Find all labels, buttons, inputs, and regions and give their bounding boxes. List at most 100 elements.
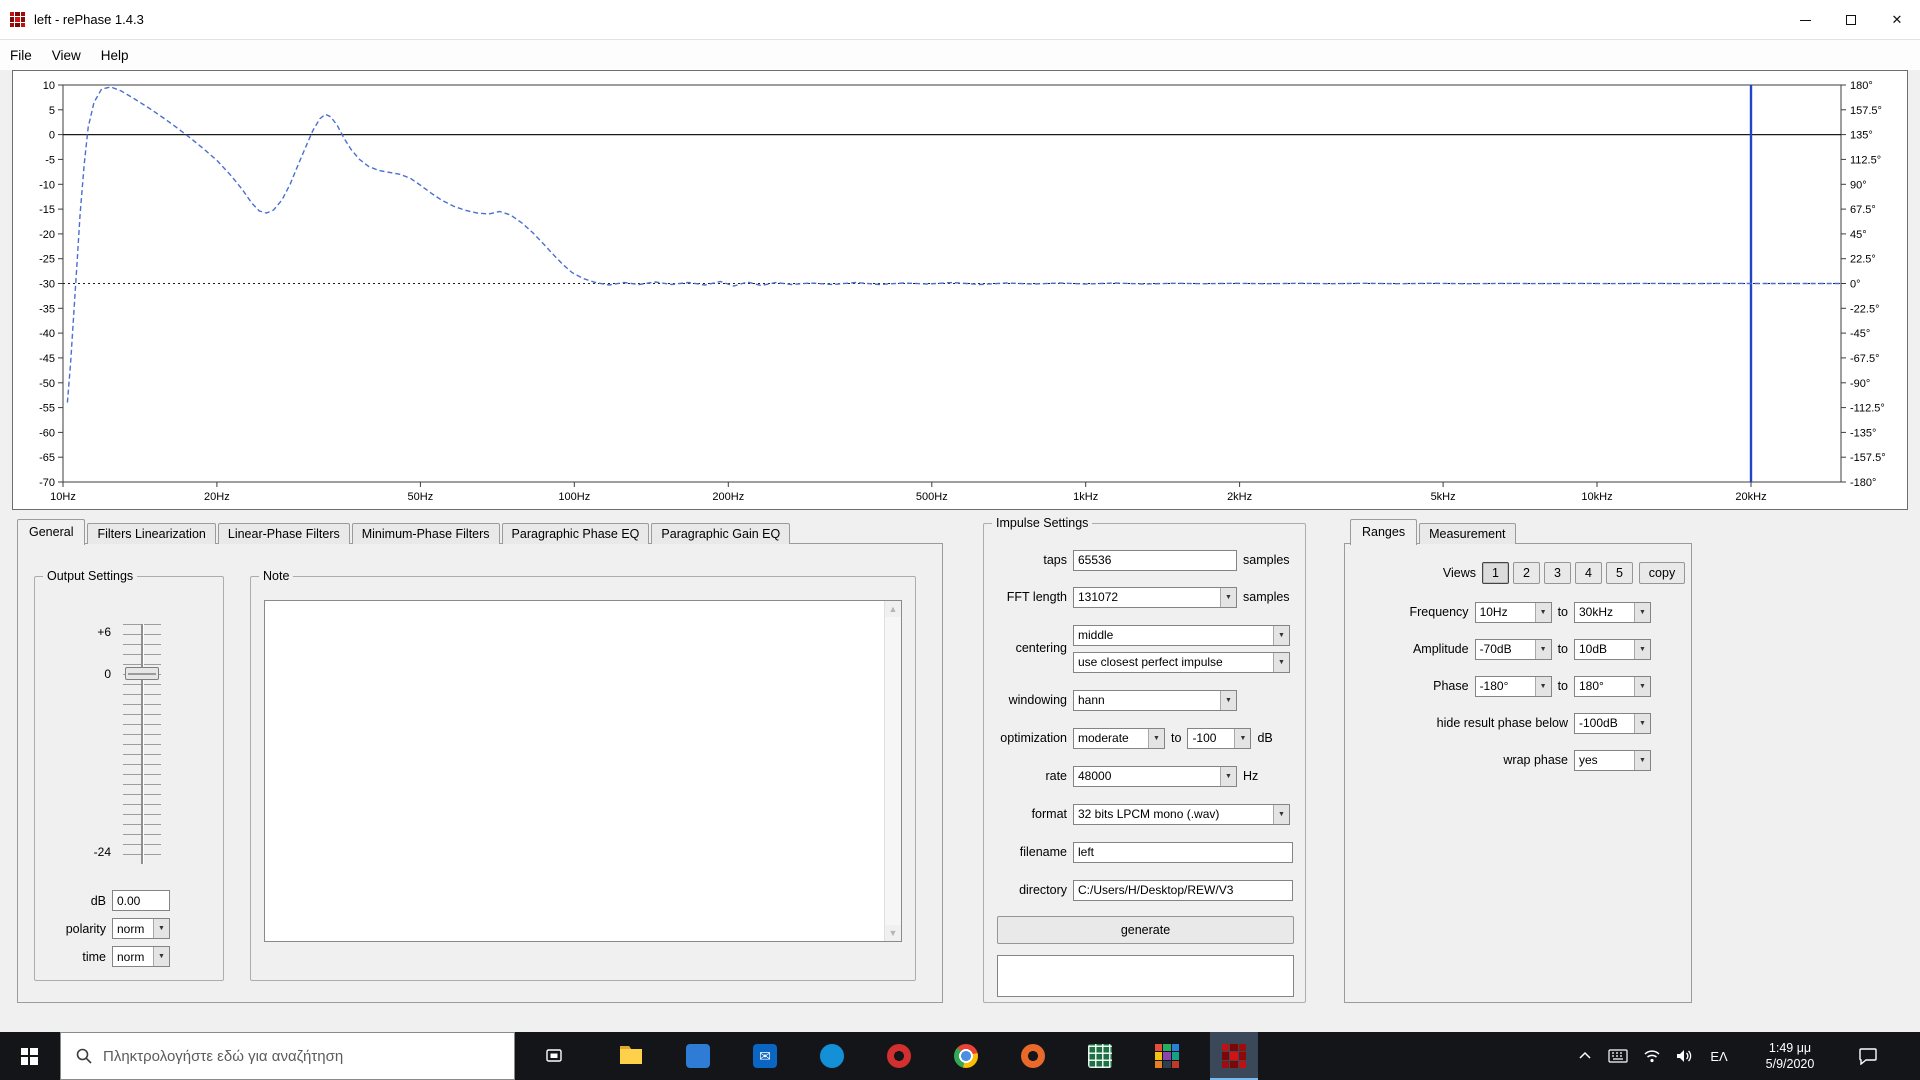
centering-select[interactable]: middle ▼ <box>1073 624 1290 646</box>
taskbar-search[interactable] <box>60 1032 515 1080</box>
centering-mode-select[interactable]: use closest perfect impulse ▼ <box>1073 651 1290 673</box>
maximize-icon <box>1846 15 1856 25</box>
tab-paragraphic-gain-eq[interactable]: Paragraphic Gain EQ <box>651 523 791 544</box>
view-button-4[interactable]: 4 <box>1575 562 1602 584</box>
chevron-down-icon: ▼ <box>1220 690 1236 710</box>
wrap-phase-select[interactable]: yes ▼ <box>1574 749 1651 771</box>
taskbar-app-rephase[interactable] <box>1210 1032 1258 1080</box>
amplitude-range-row: Amplitude -70dB ▼ to 10dB ▼ <box>1351 638 1651 660</box>
scroll-down-icon[interactable]: ▼ <box>885 925 901 941</box>
menu-file[interactable]: File <box>0 40 42 70</box>
taskbar-app-firefox[interactable] <box>1009 1032 1057 1080</box>
windowing-value: hann <box>1078 693 1105 707</box>
taskbar-app-edge[interactable] <box>808 1032 856 1080</box>
note-textarea[interactable]: ▲ ▼ <box>264 600 902 942</box>
maximize-button[interactable] <box>1828 0 1874 40</box>
taskbar: ✉ ΕΛ <box>0 1032 1920 1080</box>
gain-label-minus24: -24 <box>93 845 111 859</box>
tab-minimum-phase-filters[interactable]: Minimum-Phase Filters <box>351 523 500 544</box>
gain-slider-handle[interactable] <box>125 667 159 680</box>
taskbar-app-chrome[interactable] <box>942 1032 990 1080</box>
filename-input[interactable] <box>1073 841 1293 863</box>
network-button[interactable] <box>1638 1032 1666 1080</box>
time-select[interactable]: norm ▼ <box>112 946 170 967</box>
tab-general[interactable]: General <box>17 519 86 545</box>
view-button-5[interactable]: 5 <box>1606 562 1633 584</box>
taskbar-app-mail[interactable]: ✉ <box>741 1032 789 1080</box>
taps-input[interactable] <box>1073 549 1237 571</box>
touch-keyboard-button[interactable] <box>1604 1032 1632 1080</box>
volume-button[interactable] <box>1670 1032 1698 1080</box>
menu-help[interactable]: Help <box>91 40 139 70</box>
frequency-range-row: Frequency 10Hz ▼ to 30kHz ▼ <box>1351 601 1651 623</box>
tab-paragraphic-phase-eq[interactable]: Paragraphic Phase EQ <box>501 523 650 544</box>
view-button-1[interactable]: 1 <box>1482 562 1509 584</box>
edge-icon <box>820 1044 844 1068</box>
task-view-button[interactable] <box>530 1032 578 1080</box>
view-button-2[interactable]: 2 <box>1513 562 1540 584</box>
rate-select[interactable]: 48000 ▼ <box>1073 765 1237 787</box>
menu-view[interactable]: View <box>42 40 91 70</box>
ranges-tab-measurement[interactable]: Measurement <box>1419 523 1516 544</box>
taps-unit: samples <box>1243 553 1290 567</box>
taskbar-app-rew[interactable] <box>1143 1032 1191 1080</box>
phase-from-select[interactable]: -180° ▼ <box>1474 675 1552 697</box>
windowing-label: windowing <box>1008 693 1067 707</box>
taskbar-app-file-explorer[interactable] <box>607 1032 655 1080</box>
tab-filters-linearization[interactable]: Filters Linearization <box>87 523 216 544</box>
taskbar-clock[interactable]: 1:49 μμ 5/9/2020 <box>1745 1032 1835 1080</box>
optimization-select[interactable]: moderate ▼ <box>1073 727 1165 749</box>
svg-text:67.5°: 67.5° <box>1850 204 1876 216</box>
centering-mode-value: use closest perfect impulse <box>1078 655 1223 669</box>
svg-text:-135°: -135° <box>1850 427 1876 439</box>
generate-button[interactable]: generate <box>997 916 1294 944</box>
directory-input[interactable] <box>1073 879 1293 901</box>
format-select[interactable]: 32 bits LPCM mono (.wav) ▼ <box>1073 803 1290 825</box>
chevron-down-icon: ▼ <box>1634 750 1650 770</box>
hidden-icons-button[interactable] <box>1572 1032 1598 1080</box>
hide-result-phase-select[interactable]: -100dB ▼ <box>1574 712 1651 734</box>
note-group: Note ▲ ▼ <box>250 569 916 981</box>
action-center-button[interactable] <box>1846 1032 1890 1080</box>
windowing-select[interactable]: hann ▼ <box>1073 689 1237 711</box>
close-button[interactable]: ✕ <box>1874 0 1920 40</box>
copy-view-button[interactable]: copy <box>1639 562 1685 584</box>
scroll-up-icon[interactable]: ▲ <box>885 601 901 617</box>
gain-slider-track[interactable] <box>141 624 144 864</box>
chevron-down-icon: ▼ <box>1273 804 1289 824</box>
gain-db-row: dB <box>43 890 170 911</box>
frequency-phase-chart-panel[interactable]: 10 5 0 -5 -10 -15 -20 -25 -30 -35 -40 -45 -50 -55 -60 -… <box>12 70 1908 510</box>
polarity-select[interactable]: norm ▼ <box>112 918 170 939</box>
fft-length-select[interactable]: 131072 ▼ <box>1073 586 1237 608</box>
window-controls: ✕ <box>1782 0 1920 40</box>
taskbar-app-photos[interactable] <box>674 1032 722 1080</box>
note-title: Note <box>259 569 294 583</box>
frequency-from-select[interactable]: 10Hz ▼ <box>1474 601 1552 623</box>
search-input[interactable] <box>103 1047 483 1065</box>
start-button[interactable] <box>0 1032 58 1080</box>
gain-db-input[interactable] <box>112 890 170 911</box>
phase-range-label: Phase <box>1433 679 1469 693</box>
frequency-phase-chart[interactable]: 10 5 0 -5 -10 -15 -20 -25 -30 -35 -40 -45 -50 -55 -60 -… <box>13 71 1907 509</box>
amplitude-from-select[interactable]: -70dB ▼ <box>1474 638 1552 660</box>
amplitude-from-value: -70dB <box>1479 642 1512 656</box>
format-row: format 32 bits LPCM mono (.wav) ▼ <box>989 803 1290 825</box>
amplitude-to-select[interactable]: 10dB ▼ <box>1574 638 1651 660</box>
minimize-button[interactable] <box>1782 0 1828 40</box>
windows-logo-icon <box>20 1047 38 1065</box>
amplitude-range-label: Amplitude <box>1412 642 1469 656</box>
ranges-tab-ranges[interactable]: Ranges <box>1350 519 1418 545</box>
frequency-to-select[interactable]: 30kHz ▼ <box>1574 601 1651 623</box>
view-button-3[interactable]: 3 <box>1544 562 1571 584</box>
excel-icon <box>1088 1044 1112 1068</box>
svg-text:0°: 0° <box>1850 279 1861 291</box>
tab-linear-phase-filters[interactable]: Linear-Phase Filters <box>217 523 350 544</box>
phase-to-select[interactable]: 180° ▼ <box>1574 675 1651 697</box>
generate-button-label: generate <box>1120 923 1171 937</box>
optimization-db-select[interactable]: -100 ▼ <box>1187 727 1252 749</box>
taskbar-app-opera[interactable] <box>875 1032 923 1080</box>
taskbar-app-excel[interactable] <box>1076 1032 1124 1080</box>
note-scrollbar[interactable]: ▲ ▼ <box>884 601 901 941</box>
rephase-app-icon <box>10 12 25 27</box>
language-indicator[interactable]: ΕΛ <box>1702 1032 1736 1080</box>
